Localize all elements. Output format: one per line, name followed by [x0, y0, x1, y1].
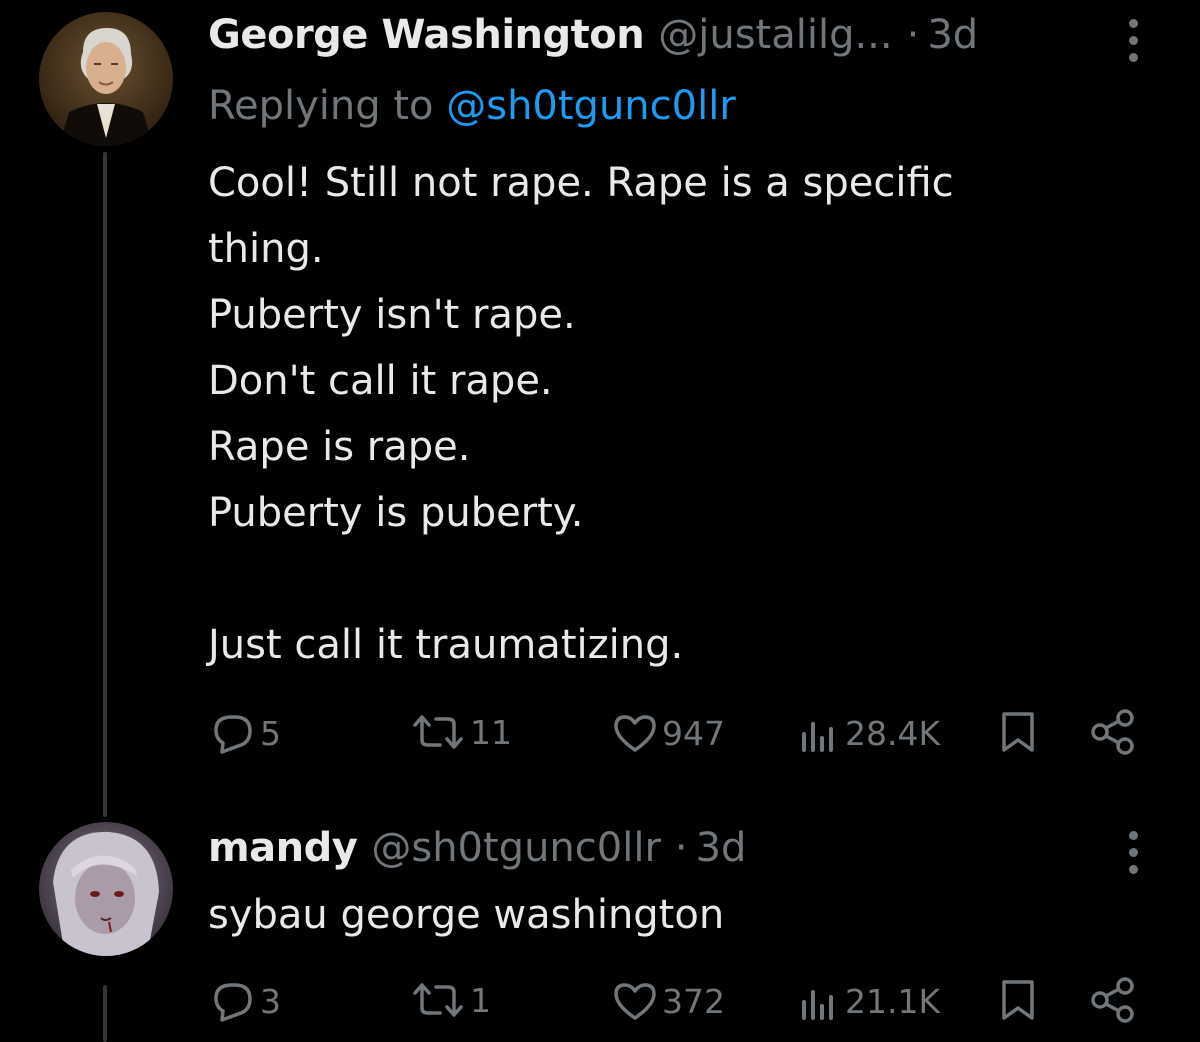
repost-icon: [413, 983, 463, 1017]
like-button[interactable]: 372: [612, 980, 725, 1022]
author-name[interactable]: George Washington: [208, 9, 645, 61]
share-button[interactable]: [1089, 976, 1139, 1028]
thread-connector-top: [103, 152, 107, 817]
anime-character-portrait-icon: [39, 822, 173, 956]
mention-link[interactable]: @sh0tgunc0llr: [446, 83, 736, 129]
more-icon[interactable]: [1113, 10, 1153, 70]
replying-to: Replying to @sh0tgunc0llr: [208, 80, 736, 132]
tweet-header: mandy @sh0tgunc0llr · 3d: [208, 822, 746, 874]
share-icon: [1091, 709, 1134, 755]
reply-button[interactable]: 5: [210, 712, 281, 754]
bookmark-icon: [1002, 712, 1034, 752]
reply-count: 3: [260, 981, 281, 1021]
more-icon[interactable]: [1113, 822, 1153, 882]
repost-button[interactable]: 1: [410, 980, 491, 1020]
george-washington-portrait-icon: [39, 12, 173, 146]
author-handle[interactable]: @sh0tgunc0llr: [371, 822, 661, 874]
author-handle[interactable]: @justalilg...: [658, 9, 892, 61]
tweet-text: sybau george washington: [208, 892, 725, 938]
views-count: 21.1K: [845, 981, 941, 1021]
share-icon: [1091, 977, 1134, 1023]
separator-dot: ·: [906, 12, 920, 58]
timestamp[interactable]: 3d: [927, 9, 978, 61]
like-count: 947: [662, 713, 725, 753]
tweet-header: George Washington @justalilg... · 3d: [208, 9, 978, 61]
repost-count: 1: [470, 980, 491, 1020]
author-name[interactable]: mandy: [208, 822, 358, 874]
bookmark-icon: [1002, 980, 1034, 1020]
views-icon: [802, 990, 833, 1020]
repost-icon: [413, 715, 463, 749]
like-button[interactable]: 947: [612, 712, 725, 754]
share-button[interactable]: [1089, 708, 1139, 760]
reply-count: 5: [260, 713, 281, 753]
like-icon: [614, 983, 656, 1020]
timestamp[interactable]: 3d: [696, 822, 747, 874]
replying-prefix: Replying to: [208, 83, 434, 129]
avatar[interactable]: [39, 12, 173, 146]
bookmark-button[interactable]: [998, 978, 1038, 1026]
reply-icon: [214, 983, 252, 1022]
repost-button[interactable]: 11: [410, 712, 512, 752]
reply-button[interactable]: 3: [210, 980, 281, 1022]
separator-dot: ·: [674, 825, 688, 871]
like-count: 372: [662, 981, 725, 1021]
reply-icon: [214, 715, 252, 754]
views-button[interactable]: 28.4K: [797, 712, 940, 754]
repost-count: 11: [470, 712, 512, 752]
bookmark-button[interactable]: [998, 710, 1038, 758]
views-count: 28.4K: [845, 713, 941, 753]
tweet-text: Cool! Still not rape. Rape is a specific…: [208, 160, 954, 668]
thread-view: George Washington @justalilg... · 3d Rep…: [0, 0, 1200, 1042]
avatar[interactable]: [39, 822, 173, 956]
views-button[interactable]: 21.1K: [797, 980, 940, 1022]
views-icon: [802, 722, 833, 752]
thread-connector-bottom: [103, 985, 107, 1042]
like-icon: [614, 715, 656, 752]
